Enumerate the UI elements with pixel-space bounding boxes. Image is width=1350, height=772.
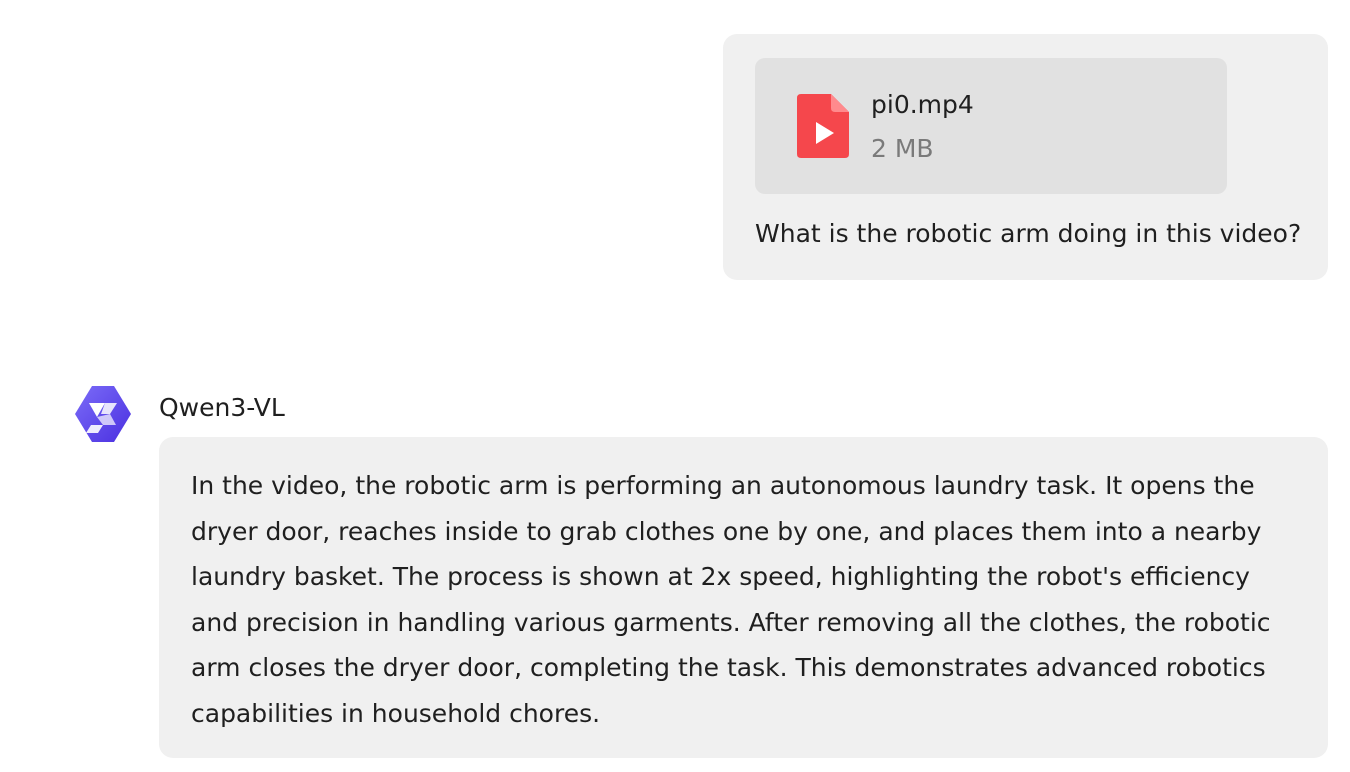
chat-page: pi0.mp4 2 MB What is the robotic arm doi…	[0, 0, 1350, 772]
assistant-name: Qwen3-VL	[159, 393, 285, 422]
qwen-logo-icon	[75, 386, 131, 442]
video-file-icon	[797, 94, 849, 158]
attachment-file-size: 2 MB	[871, 134, 934, 163]
user-message-bubble: pi0.mp4 2 MB What is the robotic arm doi…	[723, 34, 1328, 280]
assistant-message-text: In the video, the robotic arm is perform…	[191, 471, 1271, 728]
assistant-message-bubble: In the video, the robotic arm is perform…	[159, 437, 1328, 758]
user-message-text: What is the robotic arm doing in this vi…	[755, 219, 1302, 248]
video-attachment-card[interactable]: pi0.mp4 2 MB	[755, 58, 1227, 194]
attachment-file-name: pi0.mp4	[871, 90, 974, 119]
